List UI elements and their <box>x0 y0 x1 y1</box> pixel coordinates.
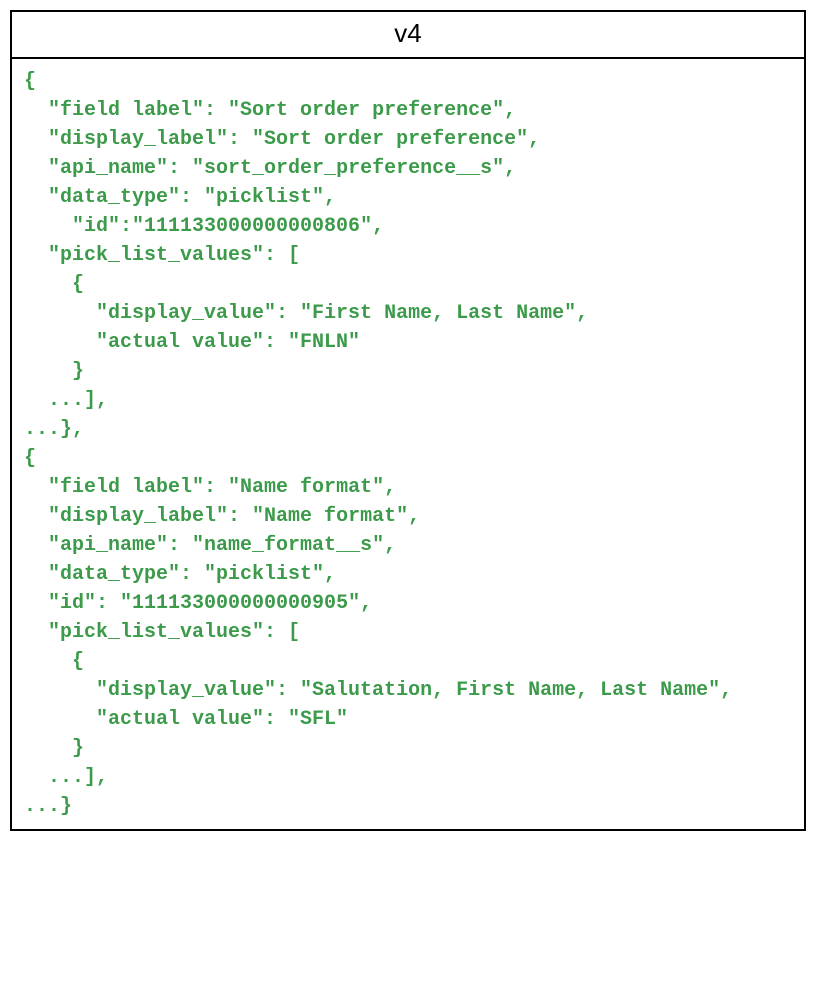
table-header-cell: v4 <box>12 12 804 59</box>
code-block: { "field label": "Sort order preference"… <box>24 67 792 821</box>
table-header-title: v4 <box>394 18 421 48</box>
table-body-cell: { "field label": "Sort order preference"… <box>12 59 804 829</box>
table-container: v4 { "field label": "Sort order preferen… <box>10 10 806 831</box>
